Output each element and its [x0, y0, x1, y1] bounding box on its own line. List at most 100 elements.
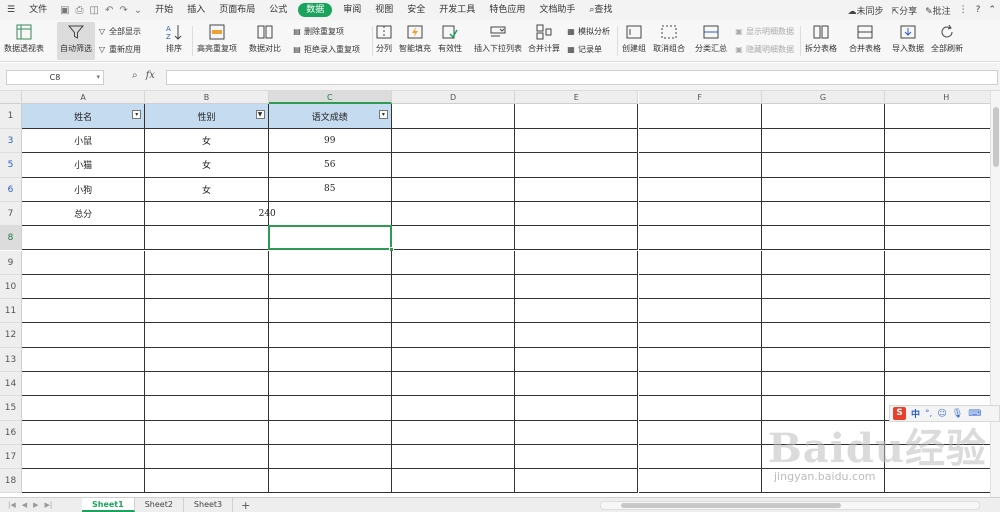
cell-b5[interactable]: 女 — [145, 153, 269, 178]
sheet-tab-sheet1[interactable]: Sheet1 — [82, 498, 135, 512]
cell-a6[interactable]: 小狗 — [22, 177, 146, 202]
create-group-button[interactable]: 创建组 — [622, 22, 646, 60]
cell-d18[interactable] — [391, 469, 516, 494]
cell-f1[interactable] — [638, 104, 762, 129]
cell-e17[interactable] — [515, 444, 639, 470]
horizontal-scrollbar[interactable] — [600, 501, 980, 510]
merge-table-button[interactable]: 合并表格 — [849, 22, 881, 60]
row-header-16[interactable]: 16 — [0, 420, 22, 445]
cell-f10[interactable] — [638, 274, 762, 300]
row-header-8[interactable]: 8 — [0, 226, 22, 251]
cell-g16[interactable] — [761, 420, 886, 445]
cell-g7[interactable] — [761, 201, 886, 227]
sync-status[interactable]: ☁未同步 — [848, 4, 884, 17]
show-all-button[interactable]: ▽ 全部显示 — [97, 24, 141, 38]
cell-f12[interactable] — [638, 323, 762, 348]
cell-a7[interactable]: 总分 — [22, 201, 146, 227]
filter-dropdown-icon[interactable]: ▼ — [255, 110, 265, 119]
cell-e11[interactable] — [515, 299, 639, 324]
hide-detail-button[interactable]: ▣ 隐藏明细数据 — [734, 42, 794, 56]
cell-g12[interactable] — [761, 323, 886, 348]
cell-g14[interactable] — [761, 372, 886, 397]
cell-a15[interactable] — [22, 396, 146, 421]
cell-d17[interactable] — [391, 444, 516, 470]
cell-a12[interactable] — [22, 323, 146, 348]
reject-duplicates-button[interactable]: ▤ 拒绝录入重复项 — [292, 42, 360, 56]
autofilter-button[interactable]: 自动筛选 — [57, 22, 95, 60]
menu-icon[interactable]: ☰ — [0, 0, 22, 20]
cell-d16[interactable] — [391, 420, 516, 445]
data-compare-button[interactable]: 数据对比 — [249, 22, 281, 60]
cell-g13[interactable] — [761, 347, 886, 372]
cell-e13[interactable] — [515, 347, 639, 372]
row-header-3[interactable]: 3 — [0, 129, 22, 154]
share-button[interactable]: ⇱分享 — [892, 4, 918, 17]
cell-g6[interactable] — [761, 177, 886, 202]
cell-e9[interactable] — [515, 250, 639, 275]
cell-d10[interactable] — [391, 274, 516, 300]
cell-a11[interactable] — [22, 299, 146, 324]
cell-f9[interactable] — [638, 250, 762, 275]
cell-c3[interactable]: 99 — [268, 129, 392, 154]
menu-search[interactable]: ⌕查找 — [582, 0, 619, 20]
ime-mode[interactable]: 中 — [911, 407, 920, 420]
row-header-6[interactable]: 6 — [0, 177, 22, 202]
cell-h14[interactable] — [885, 372, 990, 397]
cell-h12[interactable] — [885, 323, 990, 348]
cell-a9[interactable] — [22, 250, 146, 275]
cell-b1[interactable]: 性别 ▼ — [145, 104, 269, 129]
zoom-icon[interactable]: ⌕ — [132, 70, 138, 81]
cell-d6[interactable] — [391, 177, 516, 202]
column-header-b[interactable]: B — [145, 91, 269, 104]
cell-h9[interactable] — [885, 251, 990, 275]
menu-doc-assistant[interactable]: 文档助手 — [532, 0, 582, 20]
row-header-9[interactable]: 9 — [0, 250, 22, 275]
vertical-scrollbar[interactable] — [990, 91, 1000, 497]
cell-c12[interactable] — [268, 323, 392, 348]
cell-b11[interactable] — [145, 299, 269, 324]
more-icon[interactable]: ⋮ — [959, 5, 968, 15]
cell-h5[interactable] — [885, 153, 990, 178]
cell-b14[interactable] — [145, 372, 269, 397]
cell-b12[interactable] — [145, 323, 269, 348]
menu-data[interactable]: 数据 — [298, 3, 333, 17]
cell-e5[interactable] — [515, 153, 639, 178]
cell-c11[interactable] — [268, 299, 392, 324]
column-header-h[interactable]: H — [885, 91, 990, 104]
row-header-17[interactable]: 17 — [0, 444, 22, 470]
column-header-e[interactable]: E — [515, 91, 639, 104]
cell-a10[interactable] — [22, 274, 146, 300]
undo-icon[interactable]: ↶ — [105, 5, 113, 16]
cell-a8[interactable] — [22, 226, 146, 251]
cell-g5[interactable] — [761, 153, 886, 178]
cell-f14[interactable] — [638, 372, 762, 397]
cell-c15[interactable] — [268, 396, 392, 421]
prev-sheet-icon[interactable]: ◀ — [22, 501, 27, 509]
cell-c14[interactable] — [268, 372, 392, 397]
cell-h6[interactable] — [885, 178, 990, 202]
cell-b6[interactable]: 女 — [145, 177, 269, 202]
column-header-f[interactable]: F — [638, 91, 762, 104]
row-header-14[interactable]: 14 — [0, 372, 22, 397]
next-sheet-icon[interactable]: ▶ — [33, 501, 38, 509]
cell-c10[interactable] — [268, 274, 392, 300]
cell-g10[interactable] — [761, 274, 886, 300]
reapply-button[interactable]: ▽ 重新应用 — [97, 42, 141, 56]
sheet-tab-sheet3[interactable]: Sheet3 — [184, 498, 234, 512]
cell-b16[interactable] — [145, 420, 269, 445]
cell-h17[interactable] — [885, 445, 990, 470]
keyboard-icon[interactable]: ⌨ — [968, 409, 981, 419]
subtotal-button[interactable]: 分类汇总 — [695, 22, 727, 60]
menu-file[interactable]: 文件 — [22, 0, 54, 20]
split-table-button[interactable]: 拆分表格 — [805, 22, 837, 60]
select-all-corner[interactable] — [0, 91, 22, 104]
cell-g1[interactable] — [761, 104, 886, 129]
cell-b7[interactable] — [145, 201, 269, 227]
cell-a16[interactable] — [22, 420, 146, 445]
redo-icon[interactable]: ↷ — [119, 5, 127, 16]
cell-h18[interactable] — [885, 469, 990, 494]
cell-f3[interactable] — [638, 129, 762, 154]
comment-button[interactable]: ✎批注 — [925, 4, 951, 17]
cell-e3[interactable] — [515, 129, 639, 154]
cell-a3[interactable]: 小鼠 — [22, 129, 146, 154]
